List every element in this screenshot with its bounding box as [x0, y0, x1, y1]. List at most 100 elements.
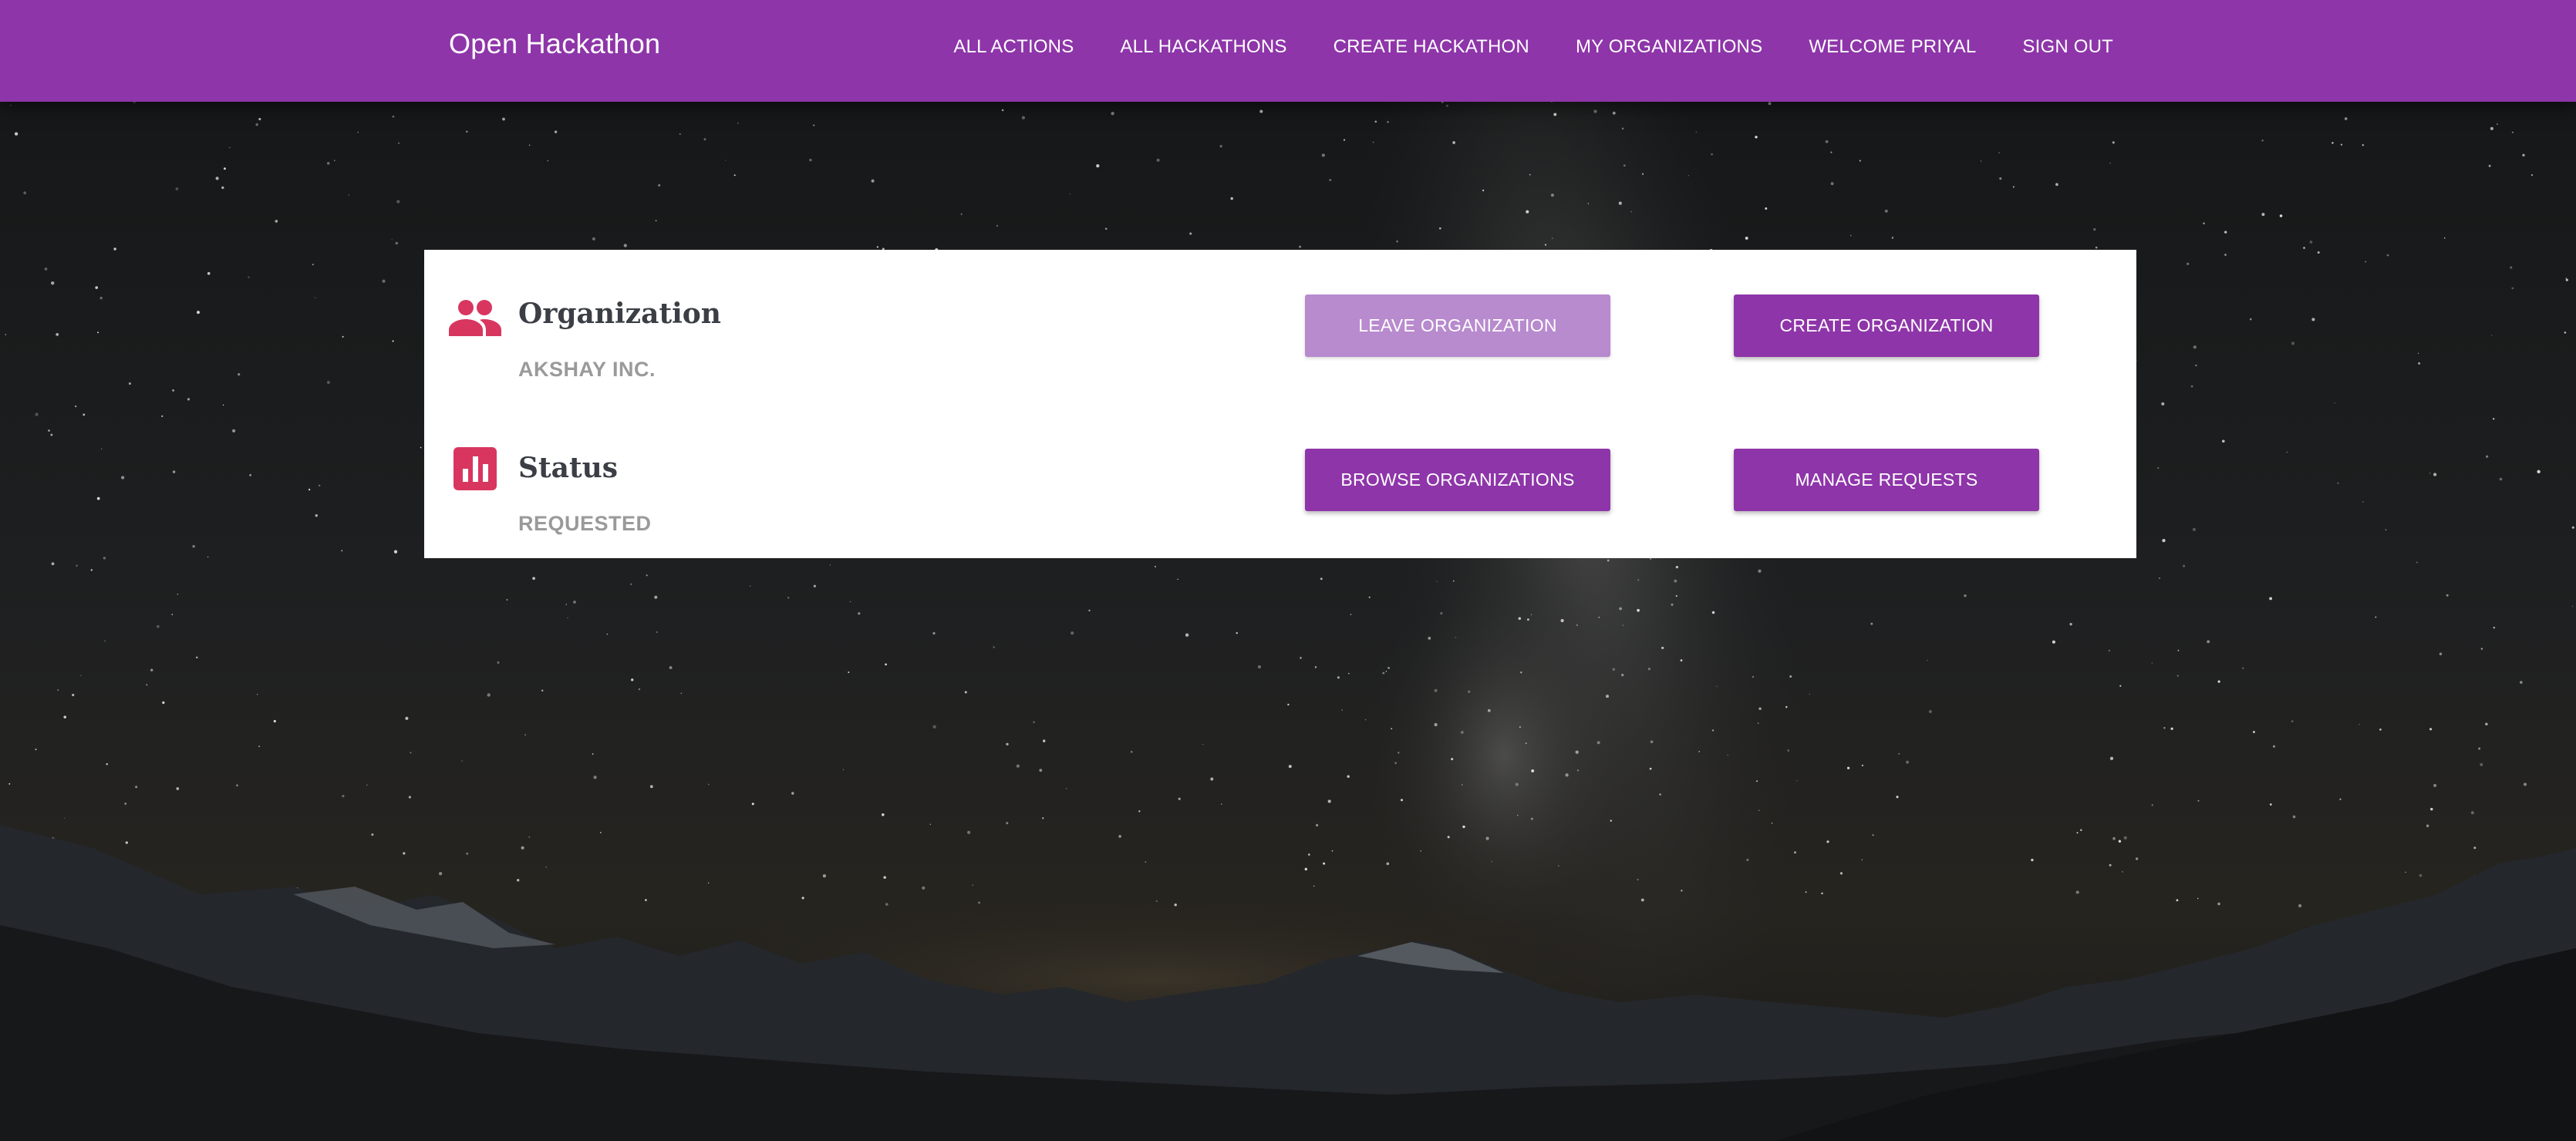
organization-card: Organization AKSHAY INC. Status REQUESTE… [424, 250, 2136, 558]
star [187, 398, 191, 401]
star [2418, 362, 2421, 365]
star [631, 678, 634, 682]
manage-requests-button[interactable]: MANAGE REQUESTS [1734, 449, 2039, 511]
nav-my-organizations[interactable]: MY ORGANIZATIONS [1576, 36, 1762, 58]
star [1462, 825, 1465, 829]
star [967, 830, 971, 834]
star [1727, 754, 1728, 756]
star [2012, 186, 2015, 188]
star [1755, 136, 1758, 139]
star [656, 631, 658, 633]
star [2269, 803, 2272, 806]
star [2279, 214, 2283, 217]
nav-sign-out[interactable]: SIGN OUT [2022, 36, 2113, 58]
star [972, 884, 973, 886]
star [1006, 822, 1009, 825]
star [2163, 726, 2166, 729]
star [2419, 873, 2423, 877]
star [1515, 783, 1519, 786]
star [1630, 210, 1632, 213]
star [1343, 139, 1346, 141]
night-sky-background [0, 0, 2576, 1141]
create-organization-button[interactable]: CREATE ORGANIZATION [1734, 295, 2039, 357]
star [645, 899, 647, 901]
star [2135, 857, 2139, 860]
star [2523, 783, 2527, 786]
nav-all-hackathons[interactable]: ALL HACKATHONS [1120, 36, 1286, 58]
star [8, 783, 11, 785]
star [2522, 153, 2525, 157]
star [842, 769, 845, 771]
star [2426, 824, 2429, 827]
star [1529, 173, 1531, 176]
star [649, 785, 653, 789]
star [1526, 618, 1529, 621]
star [2273, 745, 2275, 748]
star [2157, 466, 2160, 470]
star [554, 130, 558, 133]
star [2108, 649, 2110, 652]
star [932, 631, 936, 635]
star [2385, 529, 2387, 531]
star [573, 601, 576, 604]
star [1711, 611, 1715, 614]
star [801, 897, 804, 900]
brand-link[interactable]: Open Hackathon [449, 28, 660, 60]
nav-welcome-user[interactable]: WELCOME PRIYAL [1809, 36, 1976, 58]
star [2224, 254, 2227, 256]
star [787, 597, 790, 599]
star [90, 569, 93, 571]
star [2537, 470, 2541, 473]
star [1650, 740, 1654, 744]
star [1039, 769, 1043, 772]
star [1758, 809, 1760, 811]
star [2478, 747, 2481, 750]
leave-organization-button[interactable]: LEAVE ORGANIZATION [1305, 295, 1610, 357]
star [655, 220, 657, 222]
nav-create-hackathon[interactable]: CREATE HACKATHON [1334, 36, 1529, 58]
star [960, 213, 963, 215]
star [255, 123, 258, 126]
nav-all-actions[interactable]: ALL ACTIONS [953, 36, 1074, 58]
star [2176, 899, 2179, 902]
star [993, 646, 995, 648]
star [1640, 898, 1644, 902]
star [76, 564, 78, 567]
star [1621, 127, 1624, 130]
star [1906, 760, 1910, 764]
star [1347, 775, 1350, 778]
star [1434, 688, 1438, 692]
star [75, 406, 77, 408]
star [461, 760, 463, 762]
star [135, 786, 138, 789]
star [1118, 835, 1121, 838]
star [1849, 234, 1852, 237]
star [638, 688, 641, 691]
star [371, 833, 374, 836]
star [1830, 151, 1833, 153]
star [2291, 342, 2295, 345]
star [2311, 318, 2315, 321]
star [1156, 158, 1160, 162]
star [646, 574, 648, 577]
star [599, 832, 602, 833]
star [528, 836, 530, 838]
star [1350, 614, 1352, 615]
star [1650, 557, 1652, 560]
star [1716, 685, 1718, 687]
star [357, 131, 359, 133]
star [334, 160, 335, 161]
star [1468, 690, 1471, 693]
star [1821, 892, 1823, 895]
star [96, 496, 100, 500]
star [502, 117, 505, 121]
organization-title: Organization [518, 298, 721, 330]
browse-organizations-button[interactable]: BROWSE ORGANIZATIONS [1305, 449, 1610, 511]
star [1787, 749, 1790, 752]
star [1111, 112, 1114, 116]
star [395, 241, 399, 245]
star [2365, 261, 2367, 263]
star [1659, 793, 1661, 796]
star [1001, 109, 1004, 112]
star [197, 311, 200, 315]
